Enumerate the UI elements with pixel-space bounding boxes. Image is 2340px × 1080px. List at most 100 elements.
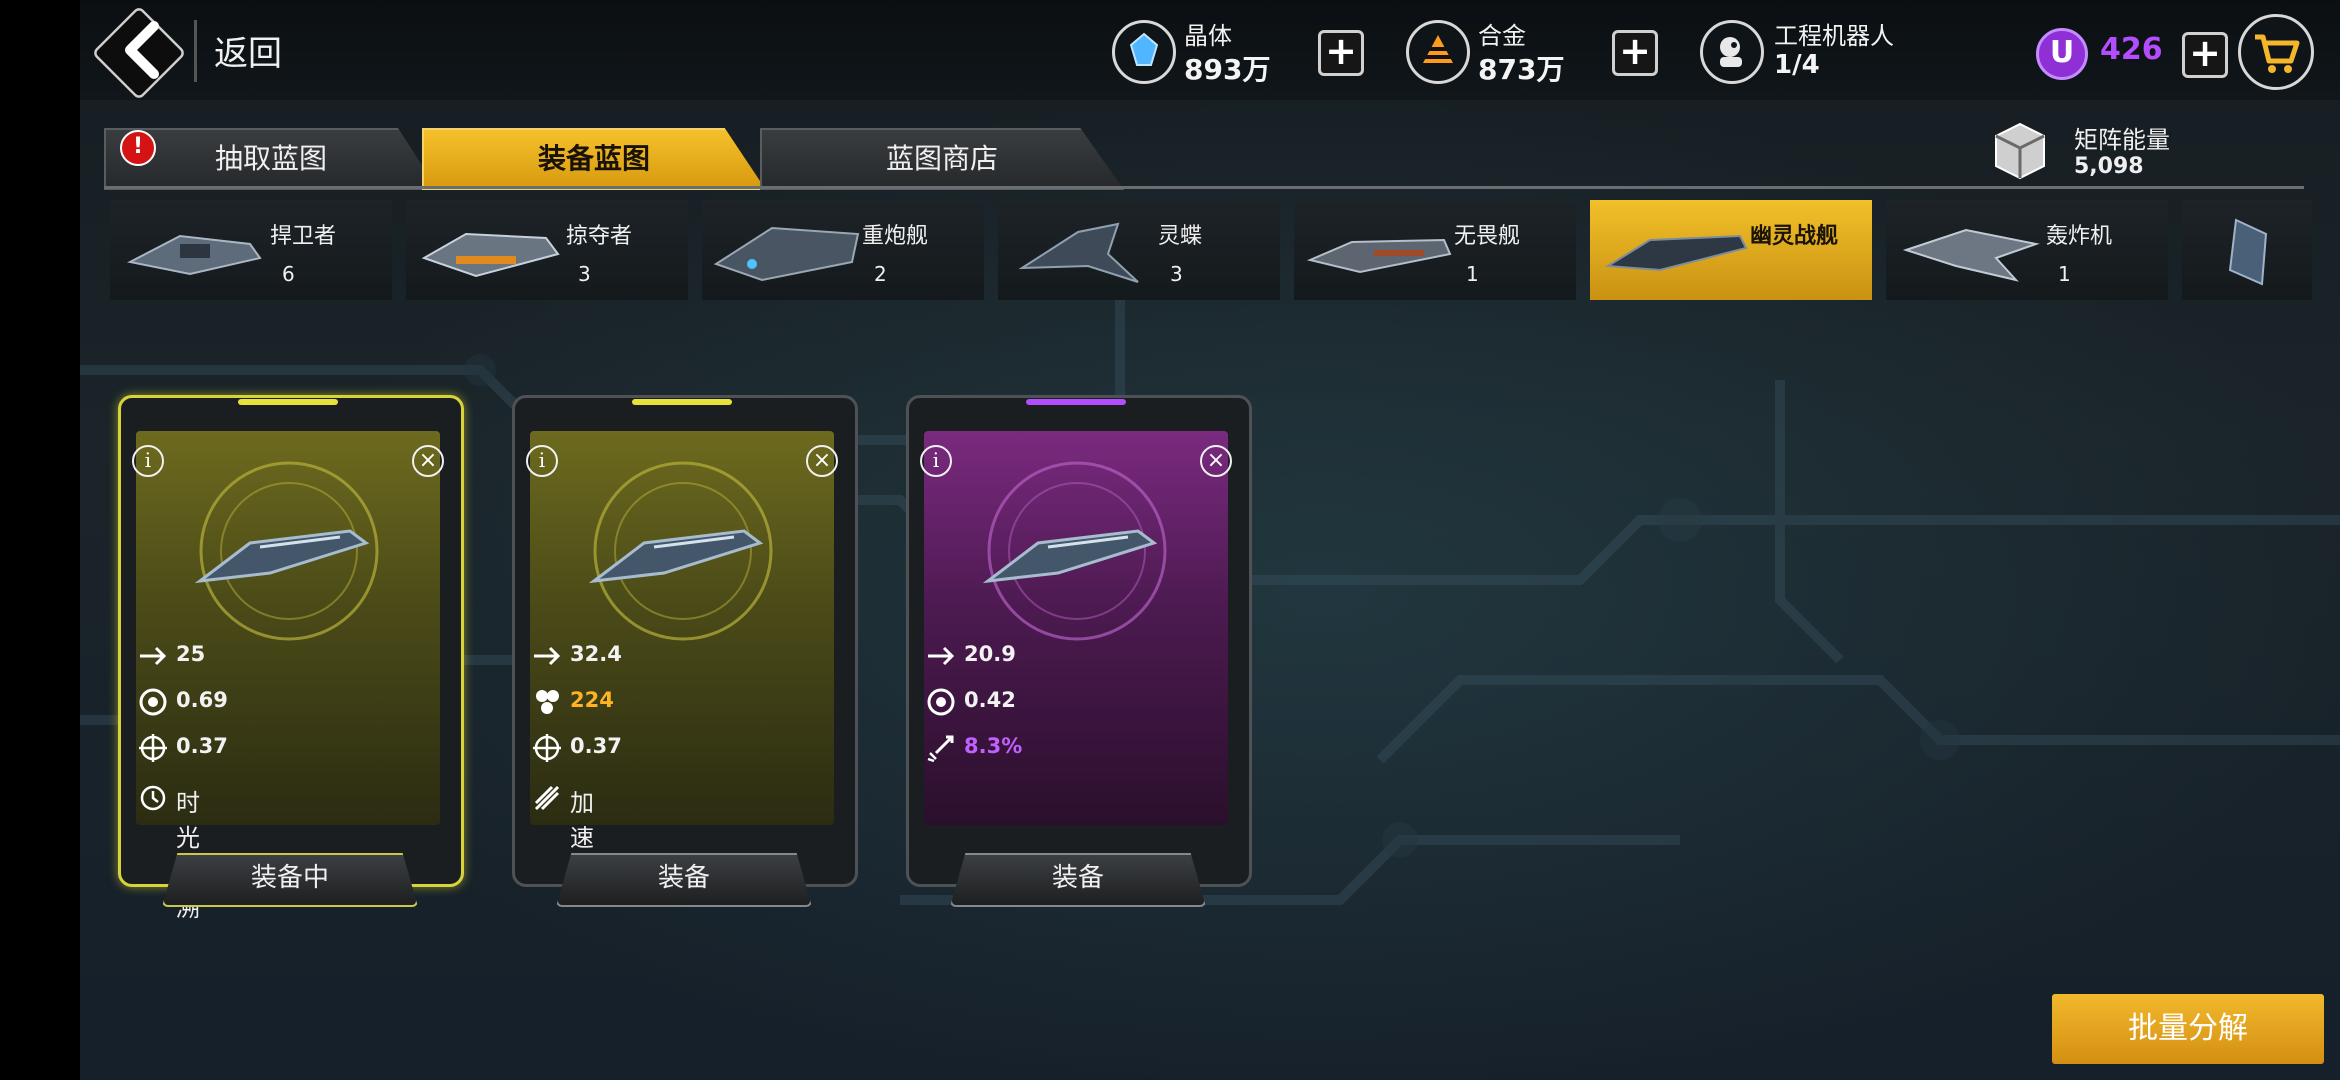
stat-value: 0.37: [570, 734, 622, 758]
card-rarity-light: [1026, 399, 1126, 405]
ship-category-count: 6: [282, 262, 295, 286]
ship-category-item[interactable]: 轰炸机 1: [1886, 200, 2168, 300]
close-icon[interactable]: ×: [806, 445, 838, 477]
crystal-value: 893万: [1184, 53, 1271, 86]
stat-value: 8.3%: [964, 734, 1023, 758]
info-icon[interactable]: i: [920, 445, 952, 477]
ship-thumbnail-icon: [1306, 238, 1452, 274]
equipped-button[interactable]: 装备中: [162, 853, 418, 907]
time-rewind-icon: [140, 785, 166, 811]
ship-thumbnail-icon: [2228, 218, 2268, 286]
ship-category-item[interactable]: 灵蝶 3: [998, 200, 1280, 300]
close-icon[interactable]: ×: [412, 445, 444, 477]
ship-category-name: 重炮舰: [862, 224, 929, 249]
chevron-left-icon[interactable]: [116, 18, 176, 82]
ship-category-item[interactable]: 掠夺者 3: [406, 200, 688, 300]
equip-button[interactable]: 装备: [556, 853, 812, 907]
info-icon[interactable]: i: [132, 445, 164, 477]
robot-value: 1/4: [1774, 50, 1820, 80]
bulk-dismantle-button[interactable]: 批量分解: [2052, 994, 2324, 1064]
ship-category-name: 幽灵战舰: [1750, 224, 1839, 249]
add-alloy-button[interactable]: +: [1612, 30, 1658, 76]
ghost-warship-image: [194, 461, 379, 641]
ship-category-item-selected[interactable]: 幽灵战舰: [1590, 200, 1872, 300]
ship-category-name: 掠夺者: [566, 224, 633, 249]
tab-label: 蓝图商店: [885, 142, 998, 175]
card-rarity-light: [632, 399, 732, 405]
ship-category-count: 1: [2058, 262, 2071, 286]
equip-button[interactable]: 装备: [950, 853, 1206, 907]
tab-blueprint-shop[interactable]: 蓝图商店: [760, 128, 1124, 190]
speed-arrow-icon: [928, 646, 955, 666]
tab-draw-blueprint[interactable]: 抽取蓝图: [104, 128, 438, 190]
matrix-energy-label: 矩阵能量: [2074, 126, 2170, 154]
stat-value: 0.69: [176, 688, 228, 712]
stat-value: 0.37: [176, 734, 228, 758]
crystal-icon: [1112, 20, 1176, 84]
ship-category-item[interactable]: 重炮舰 2: [702, 200, 984, 300]
ghost-warship-image: [588, 461, 773, 641]
tab-label: 抽取蓝图: [214, 142, 327, 175]
ghost-warship-image: [982, 461, 1167, 641]
ship-thumbnail-icon: [127, 234, 262, 276]
matrix-energy-value: 5,098: [2074, 154, 2144, 179]
stat-value: 224: [570, 688, 614, 712]
card-footer: 装备中: [118, 823, 458, 907]
robot-icon: [1700, 20, 1764, 84]
top-bar: 返回 晶体 893万 + 合金 873万 + 工程机器人 1/4 U 426 +: [80, 0, 2340, 101]
ship-category-name: 轰炸机: [2046, 224, 2113, 249]
ship-thumbnail-icon: [1902, 228, 2040, 282]
speed-arrow-icon: [534, 646, 561, 666]
header-divider: [194, 20, 197, 82]
add-currency-button[interactable]: +: [2182, 32, 2228, 78]
add-crystal-button[interactable]: +: [1318, 30, 1364, 76]
back-label[interactable]: 返回: [214, 26, 282, 75]
ship-thumbnail-icon: [1018, 222, 1139, 283]
shopping-cart-icon[interactable]: [2238, 14, 2314, 90]
stat-value: 20.9: [964, 642, 1016, 666]
info-icon[interactable]: i: [526, 445, 558, 477]
crystal-label: 晶体: [1184, 22, 1232, 50]
shield-ring-icon: [139, 688, 167, 716]
tab-label: 装备蓝图: [537, 142, 650, 175]
stat-value: 25: [176, 642, 206, 666]
game-screen: 返回 晶体 893万 + 合金 873万 + 工程机器人 1/4 U 426 +: [80, 0, 2340, 1080]
blueprint-card[interactable]: i × 25 0.69 0.37 时光回溯 装备中: [118, 395, 464, 922]
ship-category-item[interactable]: 无畏舰 1: [1294, 200, 1576, 300]
blueprint-tabs: 抽取蓝图 装备蓝图 蓝图商店: [104, 128, 1204, 190]
ship-category-count: 1: [1466, 262, 1479, 286]
alloy-label: 合金: [1478, 22, 1526, 50]
ship-category-item[interactable]: 捍卫者 6: [110, 200, 392, 300]
close-icon[interactable]: ×: [1200, 445, 1232, 477]
alloy-value: 873万: [1478, 53, 1565, 86]
missile-icon: [927, 735, 954, 763]
ship-thumbnail-icon: [1604, 234, 1748, 272]
ship-category-count: 3: [1170, 262, 1183, 286]
hex-cluster-icon: [536, 690, 559, 714]
blueprint-card[interactable]: i × 32.4 224 0.37 加速 装备: [512, 395, 858, 907]
crosshair-icon: [533, 734, 561, 762]
u-coin-icon: U: [2036, 28, 2088, 80]
ship-category-name: 无畏舰: [1454, 224, 1521, 249]
alloy-icon: [1406, 20, 1470, 84]
alert-badge: !: [120, 130, 156, 166]
u-coin-value: 426: [2100, 32, 2163, 67]
blueprint-card[interactable]: i × 20.9 0.42 8.3% 装备: [906, 395, 1252, 907]
ship-category-item[interactable]: [2182, 200, 2312, 300]
stat-value: 0.42: [964, 688, 1016, 712]
crosshair-icon: [139, 734, 167, 762]
ship-category-name: 捍卫者: [270, 224, 337, 249]
shield-ring-icon: [927, 688, 955, 716]
ship-category-count: 3: [578, 262, 591, 286]
matrix-cube-icon: [1995, 122, 2045, 180]
ship-thumbnail-icon: [421, 232, 560, 278]
ship-category-strip: 捍卫者 6 掠夺者 3 重炮舰 2 灵蝶 3 无畏舰 1 幽灵战舰 轰炸机 1: [110, 200, 2340, 304]
card-footer: 装备: [512, 823, 852, 907]
tab-equip-blueprint[interactable]: 装备蓝图: [422, 128, 766, 190]
stat-value: 32.4: [570, 642, 622, 666]
boost-icon: [534, 785, 560, 811]
tab-underline: [104, 186, 2304, 189]
ship-thumbnail-icon: [713, 226, 860, 282]
robot-label: 工程机器人: [1774, 22, 1894, 50]
speed-arrow-icon: [140, 646, 167, 666]
